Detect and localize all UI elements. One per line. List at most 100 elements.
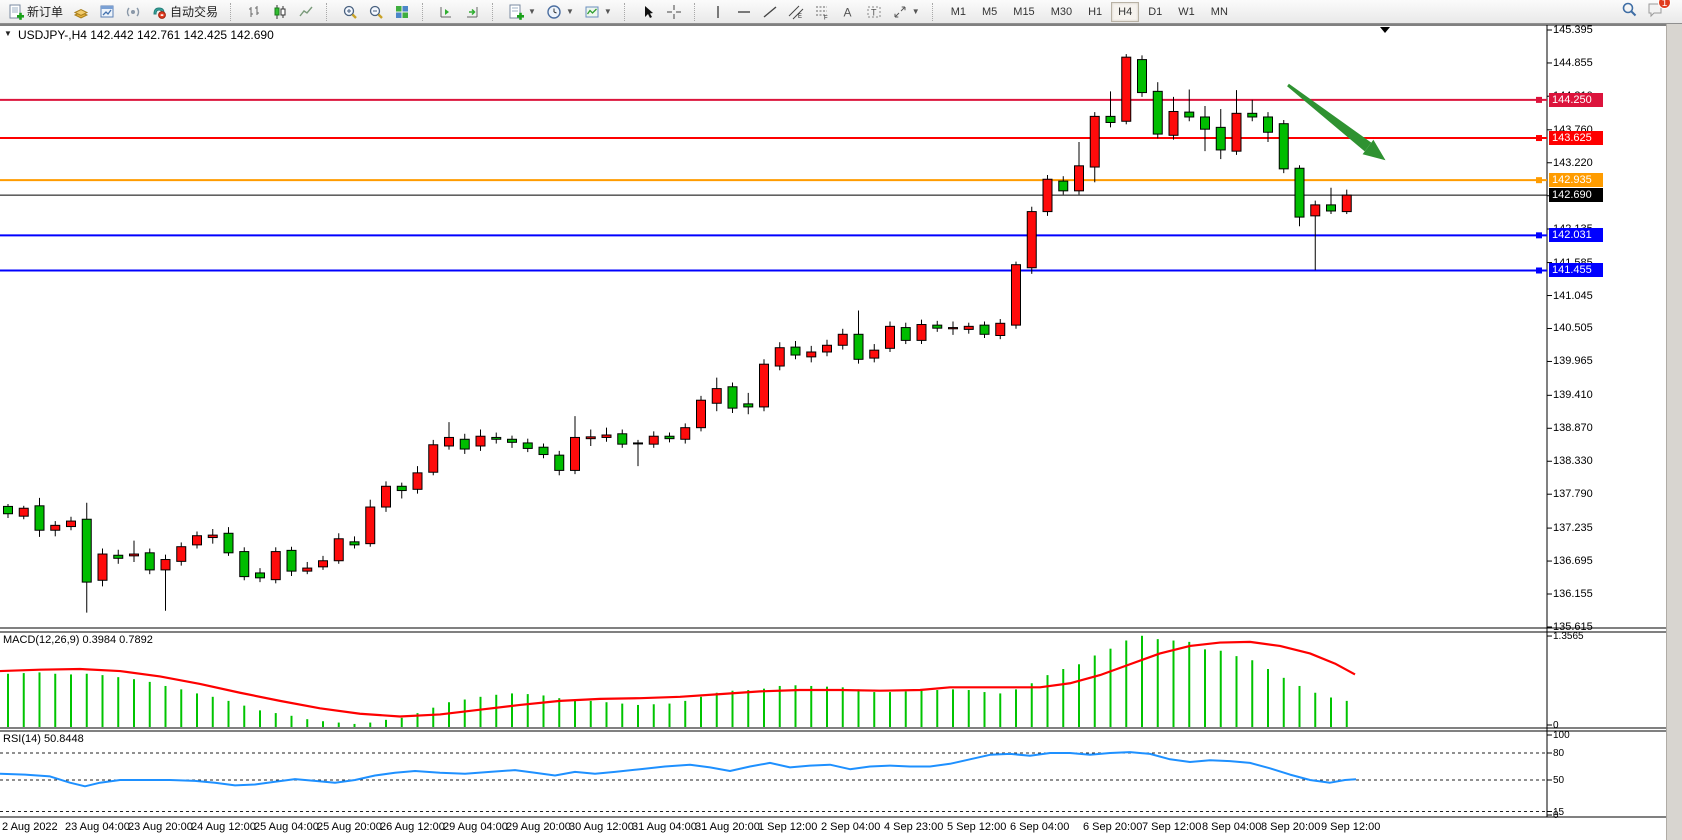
price-line-anchor <box>1536 267 1542 273</box>
candle-body <box>35 506 44 530</box>
rsi-scale-label: 80 <box>1553 748 1613 759</box>
fibonacci-tool[interactable]: F <box>810 2 834 22</box>
candle-body <box>1232 113 1241 151</box>
candle-body <box>949 328 958 329</box>
time-axis-label: 31 Aug 20:00 <box>695 821 760 833</box>
search-icon[interactable] <box>1621 1 1638 23</box>
chart-canvas[interactable] <box>0 0 1682 840</box>
vertical-line-tool[interactable] <box>706 2 730 22</box>
toolbar-separator <box>492 3 499 21</box>
chart-collapse-icon[interactable]: ▼ <box>4 29 12 38</box>
candle-body <box>1264 117 1273 132</box>
bars-chart-button[interactable] <box>242 2 266 22</box>
text-tool[interactable]: A <box>836 2 860 22</box>
horizontal-line-tool[interactable] <box>732 2 756 22</box>
candlestick-chart-icon <box>272 4 288 20</box>
time-axis-label: 8 Sep 20:00 <box>1261 821 1320 833</box>
time-axis-label: 26 Aug 12:00 <box>380 821 445 833</box>
cursor-tool-button[interactable] <box>636 2 660 22</box>
time-axis-label: 7 Sep 12:00 <box>1142 821 1201 833</box>
candle-body <box>145 553 154 570</box>
candle-body <box>1169 111 1178 135</box>
autotrade-button[interactable]: 自动交易 <box>147 1 222 22</box>
candle-body <box>1311 205 1320 216</box>
rsi-indicator-label: RSI(14) 50.8448 <box>3 733 84 745</box>
chart-title: USDJPY-,H4 142.442 142.761 142.425 142.6… <box>18 28 274 42</box>
time-axis-label: 25 Aug 04:00 <box>254 821 319 833</box>
candle-body <box>602 435 611 437</box>
candle-body <box>791 347 800 355</box>
candle-body <box>823 345 832 352</box>
candle-body <box>19 508 28 516</box>
tile-windows-button[interactable] <box>390 2 414 22</box>
shapes-tool[interactable]: ▼ <box>888 2 924 22</box>
macd-indicator-label: MACD(12,26,9) 0.3984 0.7892 <box>3 634 153 646</box>
candlestick-chart-button[interactable] <box>268 2 292 22</box>
candle-body <box>224 533 233 553</box>
clock-icon <box>546 4 562 20</box>
timeframe-mn-button[interactable]: MN <box>1204 2 1235 22</box>
candle-body <box>681 428 690 440</box>
price-line-label: 143.625 <box>1549 131 1603 145</box>
price-tick-label: 138.330 <box>1553 455 1623 467</box>
rsi-scale-label: 100 <box>1553 730 1613 741</box>
price-tick-label: 145.395 <box>1553 24 1623 36</box>
main-toolbar: 新订单 自动交易 ▼ ▼ ▼ <box>0 0 1682 24</box>
indicators-book-button[interactable] <box>69 2 93 22</box>
chevron-down-icon: ▼ <box>912 7 920 16</box>
price-line-anchor <box>1536 135 1542 141</box>
price-tick-label: 136.695 <box>1553 555 1623 567</box>
candle-body <box>571 437 580 470</box>
candle-body <box>807 352 816 357</box>
clock-button[interactable]: ▼ <box>542 2 578 22</box>
trendline-tool[interactable] <box>758 2 782 22</box>
zoom-in-button[interactable] <box>338 2 362 22</box>
new-order-button[interactable]: 新订单 <box>4 1 67 22</box>
candle-body <box>933 325 942 328</box>
time-axis-label: 30 Aug 12:00 <box>569 821 634 833</box>
vertical-line-icon <box>710 4 726 20</box>
trend-arrow-annotation <box>1287 84 1371 152</box>
price-line-anchor <box>1536 97 1542 103</box>
rsi-scale-label: 50 <box>1553 775 1613 786</box>
chart-shift-button[interactable] <box>434 2 458 22</box>
timeframe-h4-button[interactable]: H4 <box>1111 2 1139 22</box>
candle-body <box>1075 166 1084 191</box>
channel-tool[interactable]: E <box>784 2 808 22</box>
new-chart-button[interactable] <box>95 2 119 22</box>
timeframe-m15-button[interactable]: M15 <box>1006 2 1041 22</box>
timeframe-h1-button[interactable]: H1 <box>1081 2 1109 22</box>
time-axis-label: 29 Aug 20:00 <box>506 821 571 833</box>
candle-body <box>712 389 721 404</box>
candle-body <box>366 507 375 544</box>
auto-scroll-icon <box>464 4 480 20</box>
profiles-button[interactable]: ▼ <box>580 2 616 22</box>
timeframe-d1-button[interactable]: D1 <box>1141 2 1169 22</box>
candle-body <box>397 486 406 490</box>
zoom-out-button[interactable] <box>364 2 388 22</box>
time-axis-label: 23 Aug 04:00 <box>65 821 130 833</box>
signal-button[interactable] <box>121 2 145 22</box>
time-axis-label: 2 Aug 2022 <box>2 821 58 833</box>
timeframe-m30-button[interactable]: M30 <box>1044 2 1079 22</box>
new-order-menu-button[interactable]: ▼ <box>504 2 540 22</box>
line-chart-button[interactable] <box>294 2 318 22</box>
auto-scroll-button[interactable] <box>460 2 484 22</box>
toolbar-separator <box>422 3 429 21</box>
time-axis-label: 25 Aug 20:00 <box>317 821 382 833</box>
candle-body <box>287 550 296 571</box>
channel-icon: E <box>788 4 804 20</box>
timeframe-m1-button[interactable]: M1 <box>944 2 973 22</box>
timeframe-w1-button[interactable]: W1 <box>1171 2 1202 22</box>
chat-button[interactable]: 1 <box>1646 1 1664 23</box>
candle-body <box>555 455 564 470</box>
candle-body <box>586 437 595 439</box>
crosshair-icon <box>666 4 682 20</box>
crosshair-tool-button[interactable] <box>662 2 686 22</box>
price-tick-label: 137.235 <box>1553 522 1623 534</box>
label-tool[interactable]: T <box>862 2 886 22</box>
candle-body <box>964 326 973 329</box>
time-axis-label: 24 Aug 12:00 <box>191 821 256 833</box>
chevron-down-icon: ▼ <box>566 7 574 16</box>
timeframe-m5-button[interactable]: M5 <box>975 2 1004 22</box>
